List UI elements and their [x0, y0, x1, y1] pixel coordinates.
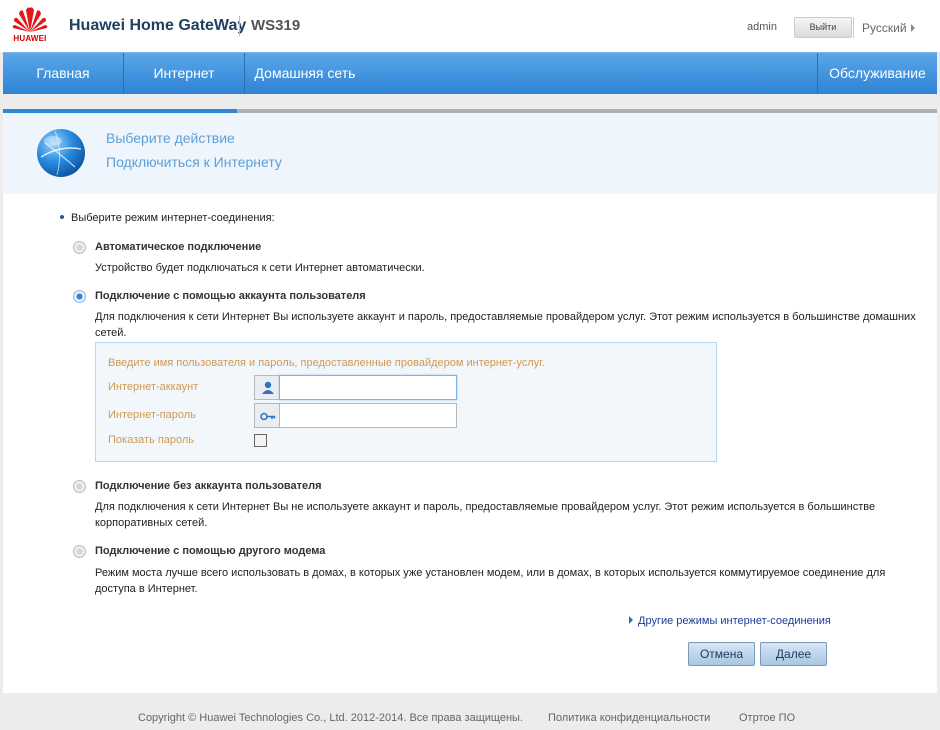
- bullet-icon: [60, 215, 64, 219]
- mode-prompt: Выберите режим интернет-соединения:: [60, 212, 275, 224]
- open-source-link[interactable]: Отртое ПО: [739, 712, 795, 724]
- account-form: Введите имя пользователя и пароль, предо…: [95, 342, 717, 462]
- password-input[interactable]: [279, 403, 457, 428]
- step-banner: Выберите действие Подключиться к Интерне…: [3, 113, 937, 194]
- option-title-no-account[interactable]: Подключение без аккаунта пользователя: [95, 480, 322, 492]
- radio-auto-connect[interactable]: [73, 241, 86, 254]
- language-label: Русский: [862, 21, 907, 35]
- key-icon: [254, 403, 280, 428]
- username: admin: [747, 21, 777, 33]
- option-title-account[interactable]: Подключение с помощью аккаунта пользоват…: [95, 290, 366, 302]
- nav-item-home[interactable]: Главная: [3, 53, 123, 94]
- mode-prompt-text: Выберите режим интернет-соединения:: [71, 212, 275, 224]
- option-desc-other-modem: Режим моста лучше всего использовать в д…: [95, 567, 886, 595]
- radio-other-modem[interactable]: [73, 545, 86, 558]
- form-hint: Введите имя пользователя и пароль, предо…: [108, 357, 545, 369]
- radio-account-connect[interactable]: [73, 290, 86, 303]
- globe-icon: [35, 127, 87, 179]
- main-panel: Выберите действие Подключиться к Интерне…: [3, 113, 937, 693]
- option-desc-no-account: Для подключения к сети Интернет Вы не ис…: [95, 501, 876, 529]
- nav-item-internet[interactable]: Интернет: [124, 53, 244, 94]
- logo-text: HUAWEI: [13, 34, 47, 43]
- header: HUAWEI Huawei Home GateWay WS319 admin В…: [0, 0, 940, 52]
- brand-title: Huawei Home GateWay: [69, 17, 247, 34]
- caret-right-icon: [910, 24, 915, 32]
- cancel-button[interactable]: Отмена: [688, 642, 755, 666]
- option-title-auto[interactable]: Автоматическое подключение: [95, 241, 261, 253]
- option-desc-account: Для подключения к сети Интернет Вы испол…: [95, 311, 916, 339]
- show-password-label: Показать пароль: [108, 434, 195, 446]
- banner-title: Выберите действие: [106, 130, 235, 146]
- account-input[interactable]: [279, 375, 457, 400]
- password-label: Интернет-пароль: [108, 409, 196, 421]
- other-modes-link-text: Другие режимы интернет-соединения: [638, 615, 831, 627]
- other-modes-link[interactable]: Другие режимы интернет-соединения: [629, 615, 831, 627]
- privacy-link[interactable]: Политика конфиденциальности: [548, 712, 710, 724]
- copyright-text: Copyright © Huawei Technologies Co., Ltd…: [138, 712, 523, 724]
- language-selector[interactable]: Русский: [862, 21, 915, 35]
- nav-item-home-network[interactable]: Домашняя сеть: [245, 53, 365, 94]
- option-title-other-modem[interactable]: Подключение с помощью другого модема: [95, 545, 325, 557]
- user-icon: [254, 375, 280, 400]
- banner-subtitle: Подключиться к Интернету: [106, 154, 282, 170]
- logout-button[interactable]: Выйти: [794, 17, 852, 38]
- brand-divider: [239, 16, 240, 36]
- language-divider: [853, 17, 854, 38]
- caret-right-icon: [629, 616, 633, 624]
- option-desc-auto: Устройство будет подключаться к сети Инт…: [95, 262, 425, 274]
- next-button[interactable]: Далее: [760, 642, 827, 666]
- huawei-logo: HUAWEI: [10, 4, 50, 46]
- model-name: WS319: [251, 17, 301, 34]
- radio-no-account-connect[interactable]: [73, 480, 86, 493]
- nav-item-maintenance[interactable]: Обслуживание: [818, 53, 937, 94]
- main-nav: Главная Интернет Домашняя сеть Обслужива…: [3, 52, 937, 94]
- account-label: Интернет-аккаунт: [108, 381, 199, 393]
- show-password-checkbox[interactable]: [254, 434, 267, 447]
